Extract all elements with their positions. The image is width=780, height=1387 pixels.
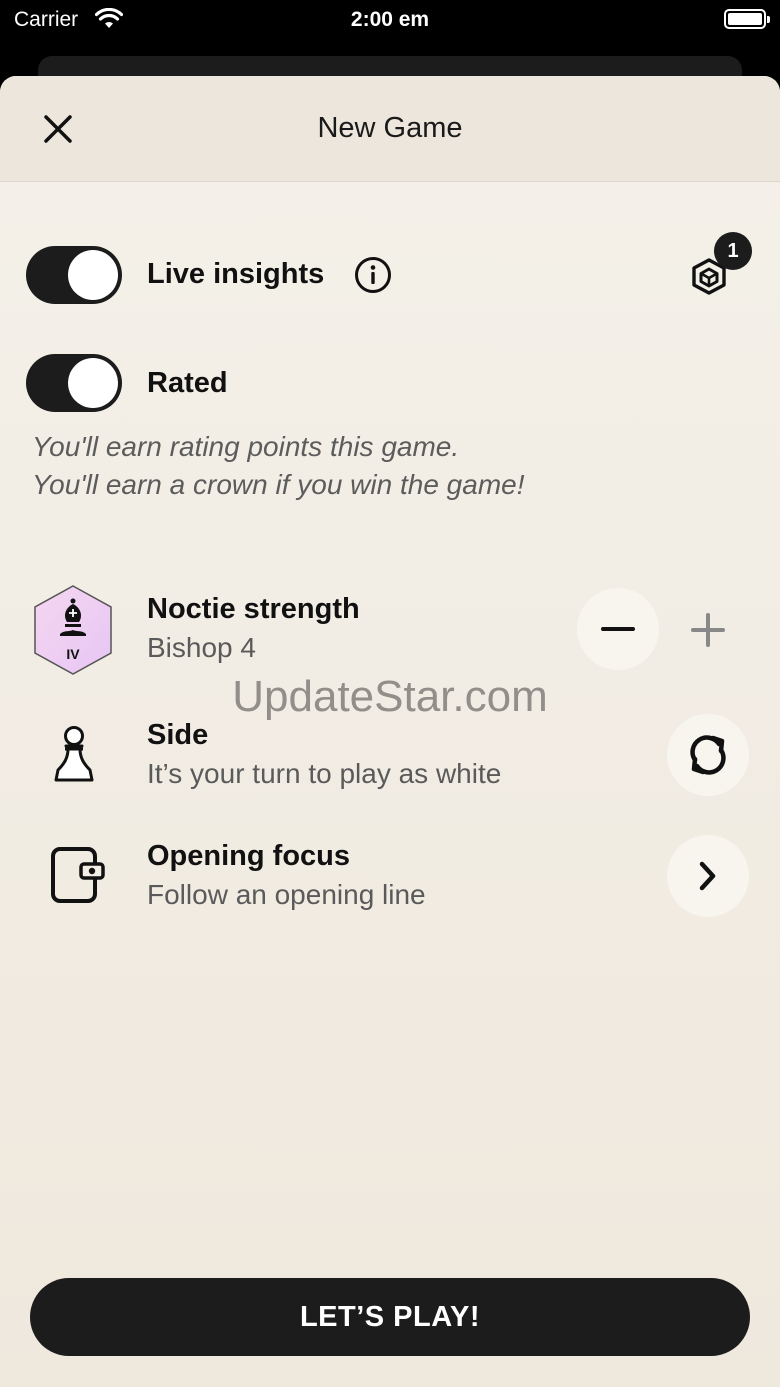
status-time: 2:00 em: [350, 8, 430, 31]
rated-label: Rated: [147, 367, 228, 399]
live-insights-toggle[interactable]: [26, 246, 122, 304]
rated-toggle[interactable]: [26, 354, 122, 412]
strength-value: Bishop 4: [147, 632, 256, 663]
opening-description: Follow an opening line: [147, 879, 426, 910]
rated-description: You'll earn rating points this game. You…: [32, 428, 525, 504]
swap-side-button[interactable]: [667, 714, 749, 796]
battery-icon: [724, 9, 770, 29]
chevron-right-icon: [699, 861, 716, 891]
page-title: New Game: [317, 112, 463, 144]
toggle-knob: [68, 358, 118, 408]
side-title: Side: [147, 719, 209, 751]
swap-icon: [690, 735, 726, 775]
side-description: It’s your turn to play as white: [147, 758, 502, 789]
status-bar: Carrier 2:00 em: [0, 0, 780, 44]
toggle-knob: [68, 250, 118, 300]
info-icon[interactable]: [354, 256, 392, 294]
book-icon: [51, 847, 105, 903]
pawn-icon: [54, 726, 94, 782]
level-numeral: IV: [66, 646, 80, 662]
live-insights-label: Live insights: [147, 258, 325, 290]
increase-strength-button[interactable]: [680, 602, 736, 658]
lets-play-button[interactable]: LET’S PLAY!: [30, 1278, 750, 1356]
notification-badge: 1: [714, 232, 752, 270]
sheet-header: New Game: [0, 76, 780, 182]
opening-focus-button[interactable]: [667, 835, 749, 917]
strength-title: Noctie strength: [147, 593, 360, 625]
bishop-level-icon: IV: [34, 585, 112, 675]
new-game-sheet: New Game Live insights 1 Rated You'll ea…: [0, 76, 780, 1387]
rated-description-line-2: You'll earn a crown if you win the game!: [32, 469, 525, 500]
watermark: UpdateStar.com: [232, 672, 548, 721]
rated-description-line-1: You'll earn rating points this game.: [32, 431, 460, 462]
opening-title: Opening focus: [147, 840, 350, 872]
decrease-strength-button[interactable]: [577, 588, 659, 670]
